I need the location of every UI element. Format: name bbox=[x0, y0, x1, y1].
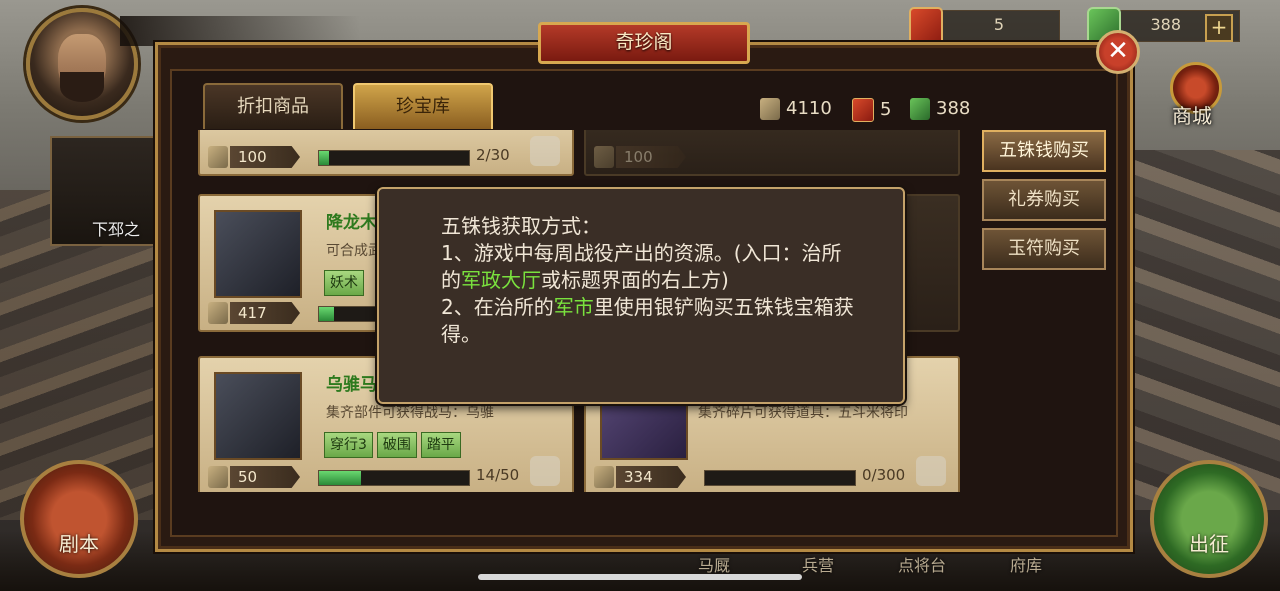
mall-button[interactable]: 商城 bbox=[1152, 62, 1232, 132]
wuzhu-coin-icon bbox=[208, 302, 228, 324]
item-price: 100 bbox=[230, 146, 300, 168]
item-footer: 100 bbox=[592, 144, 952, 170]
item-tags: 穿行3 破围 踏平 bbox=[324, 432, 465, 458]
item-progress-text: 14/50 bbox=[476, 466, 520, 484]
panel-title-plate: 奇珍阁 bbox=[538, 22, 750, 64]
wuzhu-coin-icon bbox=[594, 146, 614, 168]
item-price: 100 bbox=[616, 146, 686, 168]
avatar-beard bbox=[60, 72, 104, 102]
tooltip-line1: 五铢钱获取方式： bbox=[441, 214, 601, 238]
add-jade-button[interactable]: + bbox=[1205, 14, 1233, 42]
mall-label: 商城 bbox=[1172, 104, 1212, 128]
token-currency: 5 bbox=[852, 98, 891, 124]
script-button[interactable]: 剧本 bbox=[20, 460, 138, 578]
item-price: 50 bbox=[230, 466, 300, 488]
home-indicator[interactable] bbox=[478, 574, 802, 580]
link-military-market: 军市 bbox=[553, 295, 594, 319]
item-tag: 穿行3 bbox=[324, 432, 373, 458]
wuzhu-coin-icon bbox=[208, 466, 228, 488]
bottom-nav: 马厩 兵营 点将台 府库 bbox=[690, 552, 1090, 576]
tooltip-line2: 1、游戏中每周战役产出的资源。(入口：治所的军政大厅或标题界面的右上方) bbox=[441, 241, 842, 292]
item-desc: 集齐部件可获得战马：乌骓 bbox=[326, 405, 494, 421]
item-tag: 踏平 bbox=[420, 432, 461, 458]
item-desc: 可合成武 bbox=[326, 243, 382, 259]
wuzhu-amount: 4110 bbox=[786, 98, 832, 119]
progress-fill bbox=[319, 471, 361, 485]
token-amount: 5 bbox=[880, 99, 892, 120]
puzzle-icon bbox=[916, 456, 946, 486]
item-footer: 50 14/50 bbox=[206, 456, 566, 490]
roofs-right bbox=[1120, 150, 1280, 510]
item-tag: 妖术 bbox=[324, 270, 364, 296]
close-button[interactable]: ✕ bbox=[1096, 30, 1140, 74]
wuzhu-coin-icon bbox=[594, 466, 614, 488]
march-button[interactable]: 出征 bbox=[1150, 460, 1268, 578]
item-tag: 破围 bbox=[376, 432, 417, 458]
jade-currency: 388 bbox=[910, 98, 970, 124]
token-icon bbox=[909, 7, 943, 47]
item-progress-text: 2/30 bbox=[476, 146, 510, 164]
jade-amount: 388 bbox=[936, 98, 971, 119]
progress-fill bbox=[319, 307, 334, 321]
item-progress-bar bbox=[318, 150, 470, 166]
jade-icon bbox=[910, 98, 930, 120]
buy-with-wuzhu-button[interactable]: 五铢钱购买 bbox=[982, 130, 1106, 172]
campaign-card-label: 下邳之 bbox=[92, 220, 141, 239]
nav-treasury[interactable]: 府库 bbox=[1010, 552, 1042, 576]
link-military-hall: 军政大厅 bbox=[461, 268, 541, 292]
jade-count: 388 bbox=[1150, 15, 1181, 34]
campaign-card[interactable]: 下邳之 bbox=[50, 136, 162, 246]
nav-stable[interactable]: 马厩 bbox=[698, 552, 730, 576]
tooltip-line3: 2、在治所的军市里使用银铲购买五铢钱宝箱获得。 bbox=[441, 295, 854, 346]
item-image bbox=[214, 210, 302, 298]
token-icon bbox=[852, 98, 874, 122]
nav-general-stage[interactable]: 点将台 bbox=[898, 552, 946, 576]
item-desc: 集齐碎片可获得道具：五斗米将印 bbox=[698, 405, 908, 421]
token-resource-bar: 5 bbox=[909, 7, 1060, 47]
wuzhu-coin-icon bbox=[760, 98, 780, 120]
puzzle-icon bbox=[530, 456, 560, 486]
item-progress-bar bbox=[704, 470, 856, 486]
item-price: 334 bbox=[616, 466, 686, 488]
march-label: 出征 bbox=[1189, 532, 1229, 556]
progress-fill bbox=[319, 151, 330, 165]
item-card[interactable]: 100 bbox=[584, 130, 960, 176]
tab-discount[interactable]: 折扣商品 bbox=[203, 83, 343, 129]
wuzhu-coin-icon bbox=[208, 146, 228, 168]
buy-with-coupon-button[interactable]: 礼券购买 bbox=[982, 179, 1106, 221]
tab-treasury[interactable]: 珍宝库 bbox=[353, 83, 493, 129]
item-tags: 妖术 bbox=[324, 270, 368, 296]
item-footer: 334 0/300 bbox=[592, 456, 952, 490]
item-footer: 100 2/30 bbox=[206, 136, 566, 170]
wuzhu-info-tooltip: 五铢钱获取方式： 1、游戏中每周战役产出的资源。(入口：治所的军政大厅或标题界面… bbox=[377, 187, 905, 404]
nav-barracks[interactable]: 兵营 bbox=[802, 552, 834, 576]
panel-title: 奇珍阁 bbox=[615, 31, 673, 53]
item-image bbox=[214, 372, 302, 460]
wuzhu-currency: 4110 bbox=[760, 98, 832, 124]
buy-with-jade-button[interactable]: 玉符购买 bbox=[982, 228, 1106, 270]
item-progress-bar bbox=[318, 470, 470, 486]
item-progress-text: 0/300 bbox=[862, 466, 906, 484]
puzzle-icon bbox=[530, 136, 560, 166]
item-card[interactable]: 100 2/30 bbox=[198, 130, 574, 176]
tooltip-text: 五铢钱获取方式： 1、游戏中每周战役产出的资源。(入口：治所的军政大厅或标题界面… bbox=[441, 213, 861, 348]
script-label: 剧本 bbox=[59, 532, 99, 556]
item-price: 417 bbox=[230, 302, 300, 324]
token-count: 5 bbox=[993, 15, 1004, 34]
